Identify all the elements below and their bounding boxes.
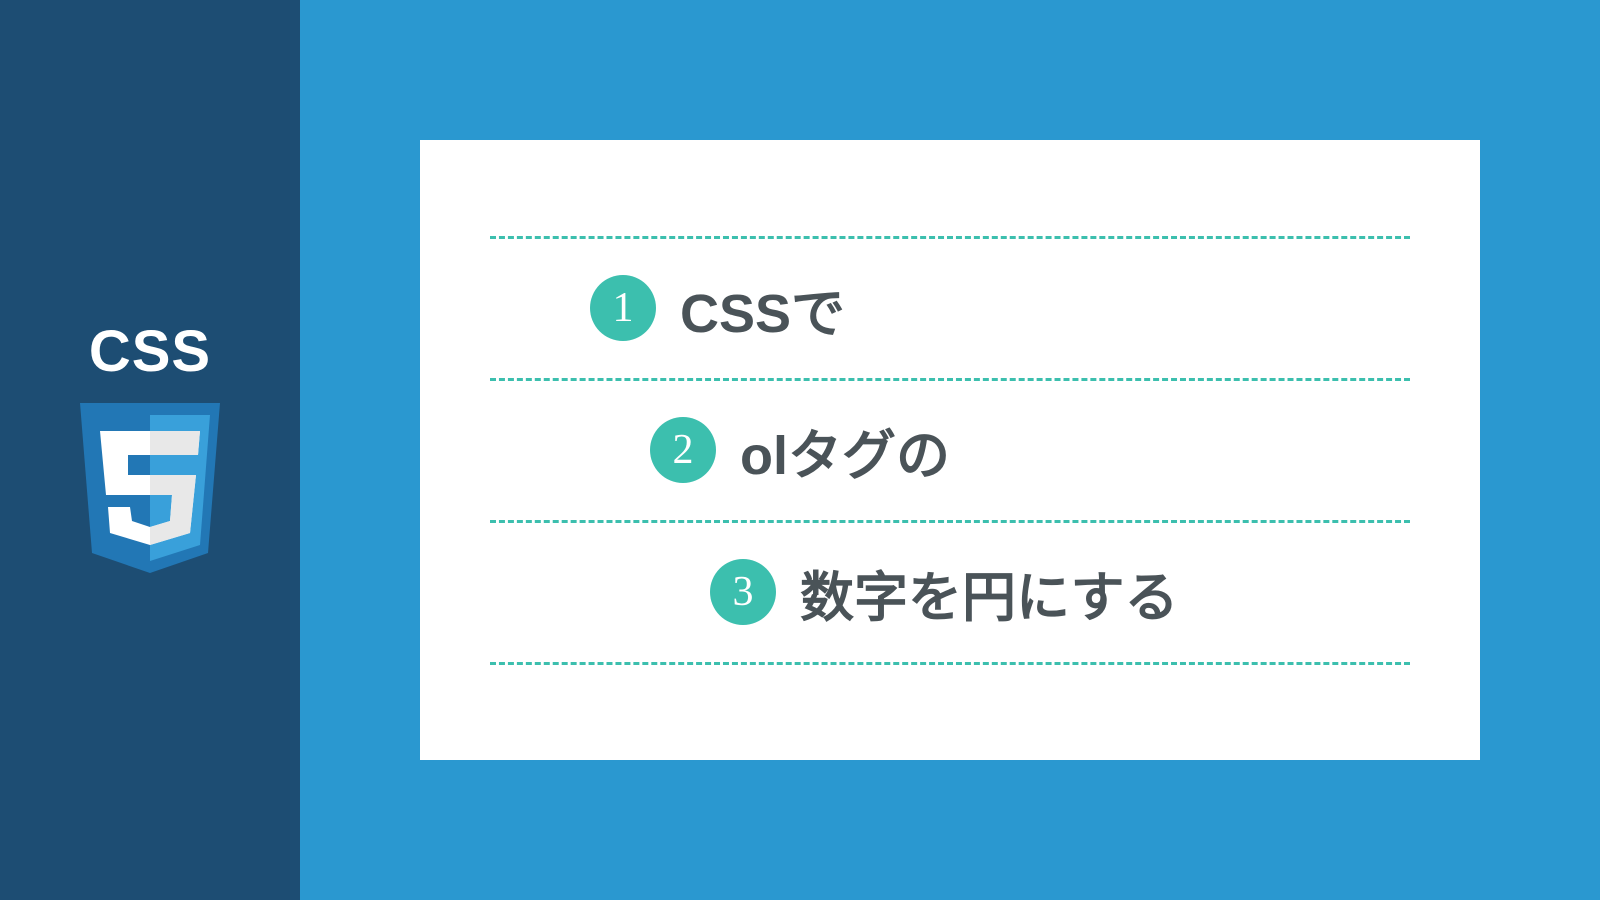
list-item: 1 CSSで xyxy=(490,236,1410,378)
list-item-text: olタグの xyxy=(740,411,950,490)
main-area: 1 CSSで 2 olタグの 3 数字を円にする xyxy=(300,0,1600,900)
number-badge: 3 xyxy=(710,559,776,625)
number-badge: 2 xyxy=(650,417,716,483)
list-item-text: 数字を円にする xyxy=(800,553,1179,632)
list-item: 2 olタグの xyxy=(490,378,1410,520)
list-item-text: CSSで xyxy=(680,269,845,348)
ordered-list: 1 CSSで 2 olタグの 3 数字を円にする xyxy=(490,236,1410,665)
css3-logo-icon xyxy=(70,403,230,583)
list-item: 3 数字を円にする xyxy=(490,520,1410,665)
css-label: CSS xyxy=(89,318,211,385)
sidebar: CSS xyxy=(0,0,300,900)
content-card: 1 CSSで 2 olタグの 3 数字を円にする xyxy=(420,140,1480,760)
number-badge: 1 xyxy=(590,275,656,341)
